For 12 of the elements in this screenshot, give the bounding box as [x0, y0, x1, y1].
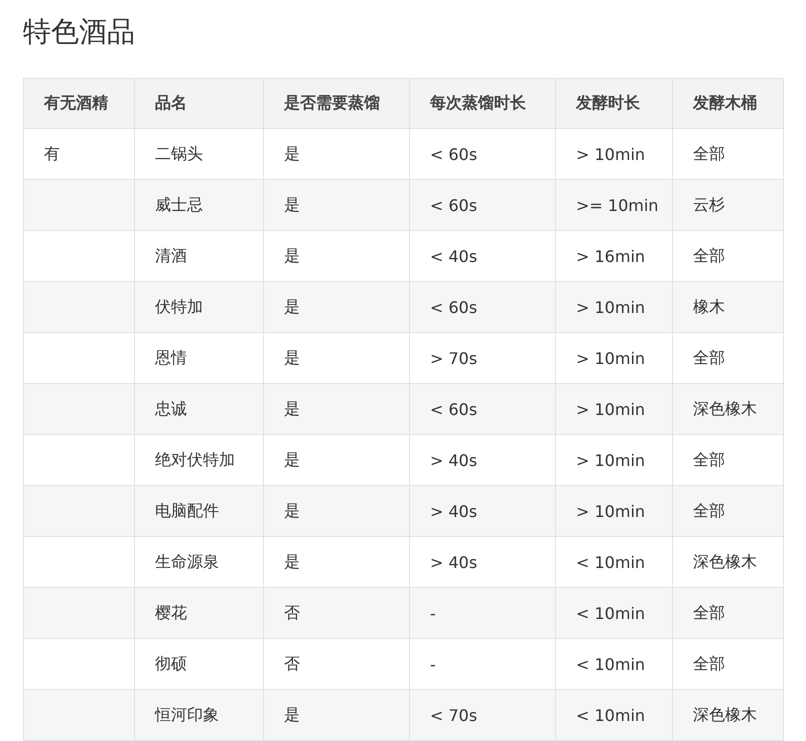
table-cell: 恒河印象 — [134, 690, 264, 740]
column-header: 有无酒精 — [24, 78, 134, 128]
column-header: 是否需要蒸馏 — [264, 78, 410, 128]
column-header: 品名 — [134, 78, 264, 128]
column-header: 发酵木桶 — [672, 78, 784, 128]
column-header: 每次蒸馏时长 — [410, 78, 556, 128]
table-cell: < 10min — [556, 690, 672, 740]
table-cell: 深色橡木 — [672, 690, 784, 740]
page-title: 特色酒品 — [23, 14, 136, 50]
table-cell: 是 — [264, 690, 410, 740]
table-cell: < 70s — [410, 690, 556, 740]
column-header: 发酵时长 — [556, 78, 672, 128]
